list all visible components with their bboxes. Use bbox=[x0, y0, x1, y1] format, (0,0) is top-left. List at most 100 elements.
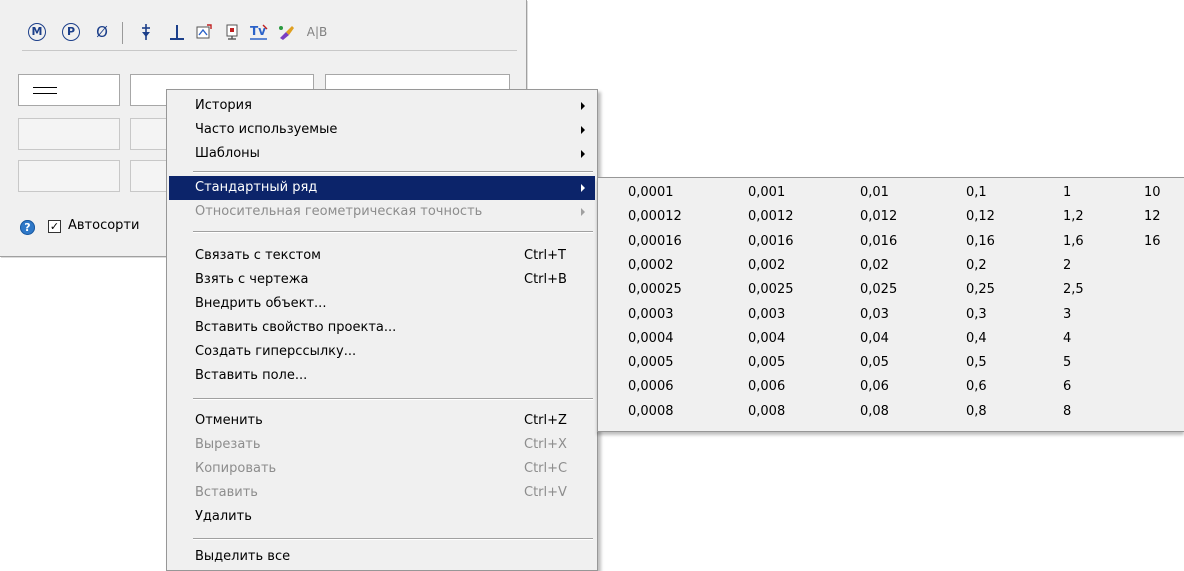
series-value-item[interactable]: 0,0008 bbox=[628, 400, 674, 424]
menu-item-select-all[interactable]: Выделить все bbox=[169, 545, 595, 569]
series-value-item[interactable]: 1 bbox=[1063, 181, 1071, 205]
series-value-item[interactable]: 0,003 bbox=[748, 303, 785, 327]
series-value-item[interactable]: 0,0005 bbox=[628, 351, 674, 375]
menu-item-cut[interactable]: Вырезать Ctrl+X bbox=[169, 433, 595, 457]
series-value-item[interactable]: 0,08 bbox=[860, 400, 889, 424]
series-value-item[interactable]: 0,3 bbox=[966, 303, 987, 327]
menu-item-frequent[interactable]: Часто используемые bbox=[169, 118, 595, 142]
series-value-item[interactable]: 0,00025 bbox=[628, 278, 682, 302]
series-value-item[interactable]: 0,02 bbox=[860, 254, 889, 278]
menu-item-take-drawing[interactable]: Взять с чертежа Ctrl+B bbox=[169, 268, 595, 292]
toolbar-separator bbox=[122, 22, 123, 44]
line-style-field[interactable] bbox=[18, 74, 120, 106]
menu-item-paste[interactable]: Вставить Ctrl+V bbox=[169, 481, 595, 505]
series-value-item[interactable]: 0,8 bbox=[966, 400, 987, 424]
series-value-item[interactable]: 12 bbox=[1144, 205, 1161, 229]
series-value-item[interactable]: 0,005 bbox=[748, 351, 785, 375]
text-template-icon[interactable]: Tv bbox=[248, 22, 270, 42]
menu-item-label: Шаблоны bbox=[195, 146, 260, 161]
menu-item-label: Выделить все bbox=[195, 549, 291, 564]
menu-item-insert-project-property[interactable]: Вставить свойство проекта... bbox=[169, 316, 595, 340]
param-field-3[interactable] bbox=[18, 160, 120, 192]
series-value-item[interactable]: 0,0002 bbox=[628, 254, 674, 278]
series-value-item[interactable]: 4 bbox=[1063, 327, 1071, 351]
series-value-item[interactable]: 5 bbox=[1063, 351, 1071, 375]
series-value-item[interactable]: 0,05 bbox=[860, 351, 889, 375]
insert-symbol-icon[interactable] bbox=[194, 22, 214, 42]
plus-minus-arrow-icon[interactable] bbox=[138, 22, 154, 42]
series-value-item[interactable]: 16 bbox=[1144, 230, 1161, 254]
menu-item-label: Часто используемые bbox=[195, 122, 338, 137]
standard-series-submenu: 0,0001 0,00012 0,00016 0,0002 0,00025 0,0003 0… bbox=[597, 177, 1184, 432]
autosort-checkbox[interactable]: ✓ bbox=[48, 220, 61, 233]
series-value-item[interactable]: 0,006 bbox=[748, 375, 785, 399]
series-value-item[interactable]: 0,025 bbox=[860, 278, 897, 302]
series-value-item[interactable]: 0,06 bbox=[860, 375, 889, 399]
series-value-item[interactable]: 2 bbox=[1063, 254, 1071, 278]
menu-item-label: Вставить поле... bbox=[195, 368, 308, 383]
series-value-item[interactable]: 0,25 bbox=[966, 278, 995, 302]
value-input-4[interactable] bbox=[130, 160, 170, 192]
ab-split-icon[interactable]: A|B bbox=[304, 22, 330, 42]
series-value-item[interactable]: 0,002 bbox=[748, 254, 785, 278]
menu-item-relative-precision[interactable]: Относительная геометрическая точность bbox=[169, 200, 595, 224]
m-circle-icon[interactable]: M bbox=[28, 23, 46, 41]
param-field-2[interactable] bbox=[18, 118, 120, 150]
menu-item-label: Удалить bbox=[195, 509, 252, 524]
series-value-item[interactable]: 0,0004 bbox=[628, 327, 674, 351]
menu-item-copy[interactable]: Копировать Ctrl+C bbox=[169, 457, 595, 481]
format-brush-icon[interactable] bbox=[276, 22, 296, 42]
help-icon[interactable]: ? bbox=[20, 220, 35, 235]
submenu-arrow-icon bbox=[581, 150, 585, 158]
menu-item-label: Взять с чертежа bbox=[195, 272, 309, 287]
menu-item-create-hyperlink[interactable]: Создать гиперссылку... bbox=[169, 340, 595, 364]
series-value-item[interactable]: 0,008 bbox=[748, 400, 785, 424]
series-value-item[interactable]: 0,0006 bbox=[628, 375, 674, 399]
series-value-item[interactable]: 0,00012 bbox=[628, 205, 682, 229]
series-value-item[interactable]: 0,6 bbox=[966, 375, 987, 399]
menu-item-label: Вставить bbox=[195, 485, 258, 500]
series-value-item[interactable]: 0,012 bbox=[860, 205, 897, 229]
series-value-item[interactable]: 6 bbox=[1063, 375, 1071, 399]
series-value-item[interactable]: 1,2 bbox=[1063, 205, 1084, 229]
series-value-item[interactable]: 0,01 bbox=[860, 181, 889, 205]
menu-item-templates[interactable]: Шаблоны bbox=[169, 142, 595, 166]
series-value-item[interactable]: 0,03 bbox=[860, 303, 889, 327]
menu-item-insert-field[interactable]: Вставить поле... bbox=[169, 364, 595, 388]
series-value-item[interactable]: 0,0003 bbox=[628, 303, 674, 327]
series-value-item[interactable]: 0,0016 bbox=[748, 230, 794, 254]
series-value-item[interactable]: 0,04 bbox=[860, 327, 889, 351]
series-value-item[interactable]: 0,0012 bbox=[748, 205, 794, 229]
menu-item-undo[interactable]: Отменить Ctrl+Z bbox=[169, 409, 595, 433]
menu-item-standard-row[interactable]: Стандартный ряд bbox=[169, 176, 595, 200]
series-value-item[interactable]: 0,1 bbox=[966, 181, 987, 205]
series-value-item[interactable]: 10 bbox=[1144, 181, 1161, 205]
series-value-item[interactable]: 0,016 bbox=[860, 230, 897, 254]
menu-item-delete[interactable]: Удалить bbox=[169, 505, 595, 529]
series-value-item[interactable]: 0,0001 bbox=[628, 181, 674, 205]
value-input-3[interactable] bbox=[130, 118, 170, 150]
series-value-item[interactable]: 0,16 bbox=[966, 230, 995, 254]
series-value-item[interactable]: 0,004 bbox=[748, 327, 785, 351]
menu-item-label: Вставить свойство проекта... bbox=[195, 320, 397, 335]
series-value-item[interactable]: 0,4 bbox=[966, 327, 987, 351]
menu-item-link-text[interactable]: Связать с текстом Ctrl+T bbox=[169, 244, 595, 268]
series-value-item[interactable]: 8 bbox=[1063, 400, 1071, 424]
series-value-item[interactable]: 0,0025 bbox=[748, 278, 794, 302]
series-value-item[interactable]: 3 bbox=[1063, 303, 1071, 327]
perpendicular-icon[interactable] bbox=[168, 22, 186, 42]
series-value-item[interactable]: 0,12 bbox=[966, 205, 995, 229]
autosort-label: Автосорти bbox=[68, 218, 140, 233]
diameter-icon[interactable]: Ø bbox=[92, 22, 112, 42]
series-value-item[interactable]: 0,2 bbox=[966, 254, 987, 278]
insert-fragment-icon[interactable] bbox=[222, 22, 242, 42]
series-value-item[interactable]: 0,00016 bbox=[628, 230, 682, 254]
menu-item-history[interactable]: История bbox=[169, 94, 595, 118]
series-value-item[interactable]: 0,001 bbox=[748, 181, 785, 205]
menu-item-embed-object[interactable]: Внедрить объект... bbox=[169, 292, 595, 316]
series-value-item[interactable]: 0,5 bbox=[966, 351, 987, 375]
series-value-item[interactable]: 1,6 bbox=[1063, 230, 1084, 254]
context-menu: История Часто используемые Шаблоны Станд… bbox=[166, 89, 598, 571]
series-value-item[interactable]: 2,5 bbox=[1063, 278, 1084, 302]
p-circle-icon[interactable]: P bbox=[62, 23, 80, 41]
